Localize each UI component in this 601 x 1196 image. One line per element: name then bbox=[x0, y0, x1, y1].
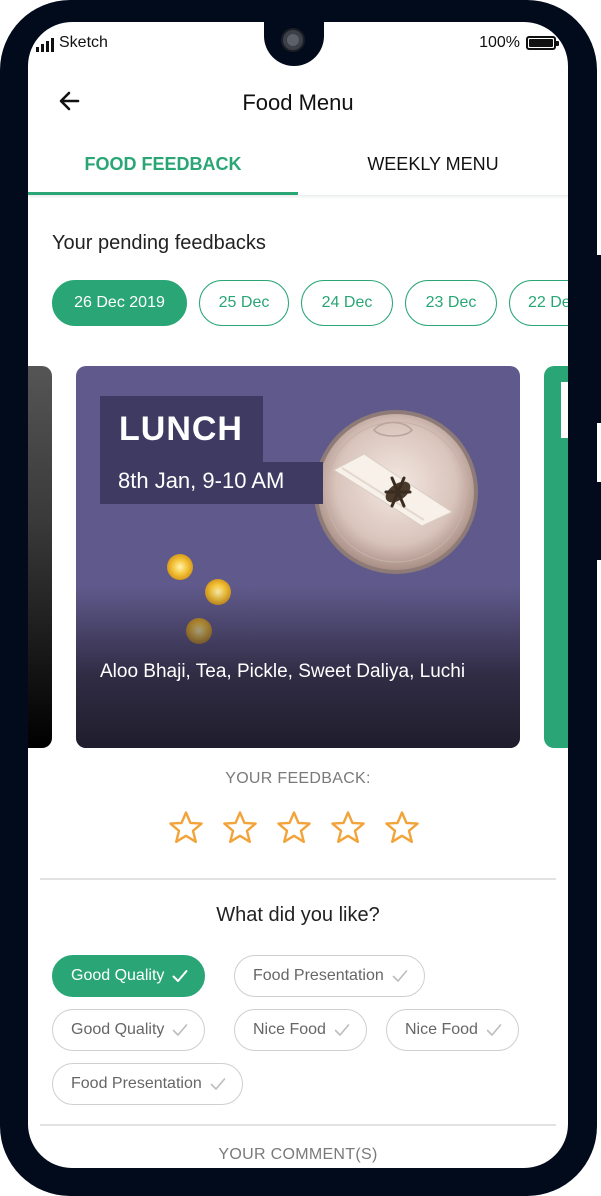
tab-food-feedback[interactable]: FOOD FEEDBACK bbox=[28, 154, 298, 175]
battery-icon bbox=[526, 36, 559, 50]
tab-bar-shadow bbox=[28, 195, 568, 199]
star-icon[interactable] bbox=[330, 810, 366, 846]
like-tag-label: Good Quality bbox=[71, 1021, 165, 1038]
meal-date-time: 8th Jan, 9-10 AM bbox=[118, 468, 285, 493]
status-carrier: Sketch bbox=[36, 34, 108, 52]
star-rating[interactable] bbox=[168, 810, 420, 846]
check-icon bbox=[486, 1024, 502, 1036]
meal-items: Aloo Bhaji, Tea, Pickle, Sweet Daliya, L… bbox=[100, 661, 466, 682]
date-chip[interactable]: 22 De bbox=[509, 280, 568, 326]
like-tag[interactable]: Food Presentation bbox=[52, 1063, 243, 1105]
carrier-name: Sketch bbox=[59, 34, 108, 51]
like-tag-label: Nice Food bbox=[253, 1021, 326, 1038]
section-divider bbox=[40, 878, 556, 880]
like-tag[interactable]: Good Quality bbox=[52, 1009, 206, 1051]
like-tag-label: Nice Food bbox=[405, 1021, 478, 1038]
battery-percent: 100% bbox=[479, 34, 520, 51]
date-chip-selected[interactable]: 26 Dec 2019 bbox=[52, 280, 187, 326]
meal-name: LUNCH bbox=[119, 410, 243, 448]
date-chip[interactable]: 23 Dec bbox=[405, 280, 497, 326]
next-card-label-box bbox=[561, 382, 568, 438]
signal-icon bbox=[36, 38, 54, 52]
like-tag-label: Food Presentation bbox=[71, 1075, 202, 1092]
star-icon[interactable] bbox=[276, 810, 312, 846]
pending-feedback-title: Your pending feedbacks bbox=[52, 232, 266, 254]
check-icon bbox=[392, 970, 408, 982]
status-battery: 100% bbox=[479, 34, 559, 52]
check-icon bbox=[210, 1078, 226, 1090]
comments-label: YOUR COMMENT(S) bbox=[218, 1146, 378, 1163]
star-icon[interactable] bbox=[168, 810, 204, 846]
like-tag-label: Food Presentation bbox=[253, 967, 384, 984]
like-tag-selected[interactable]: Good Quality bbox=[52, 955, 206, 997]
screen: Sketch M 100% Food Menu FOOD FEEDBACK WE… bbox=[28, 22, 568, 1168]
like-tag[interactable]: Food Presentation bbox=[234, 955, 425, 997]
like-tag[interactable]: Nice Food bbox=[234, 1009, 367, 1051]
side-button-power bbox=[596, 482, 601, 560]
camera-icon bbox=[281, 28, 305, 52]
side-button-volume bbox=[596, 255, 601, 423]
section-divider bbox=[40, 1124, 556, 1126]
check-icon bbox=[334, 1024, 350, 1036]
date-chip[interactable]: 24 Dec bbox=[301, 280, 393, 326]
meal-card[interactable]: LUNCH 8th Jan, 9-10 AM Aloo Bhaji, Tea, … bbox=[76, 366, 520, 748]
star-icon[interactable] bbox=[384, 810, 420, 846]
star-icon[interactable] bbox=[222, 810, 258, 846]
like-tag-label: Good Quality bbox=[71, 967, 165, 984]
likes-title: What did you like? bbox=[216, 904, 380, 926]
check-icon bbox=[173, 1024, 188, 1036]
meal-card-previous[interactable] bbox=[28, 366, 52, 748]
date-chip[interactable]: 25 Dec bbox=[199, 280, 289, 326]
page-title: Food Menu bbox=[242, 90, 354, 115]
candle-light bbox=[167, 554, 193, 580]
like-tag[interactable]: Nice Food bbox=[386, 1009, 519, 1051]
plate-image bbox=[314, 410, 478, 574]
check-icon bbox=[172, 970, 188, 982]
tab-weekly-menu[interactable]: WEEKLY MENU bbox=[298, 154, 568, 175]
feedback-label: YOUR FEEDBACK: bbox=[225, 770, 371, 787]
